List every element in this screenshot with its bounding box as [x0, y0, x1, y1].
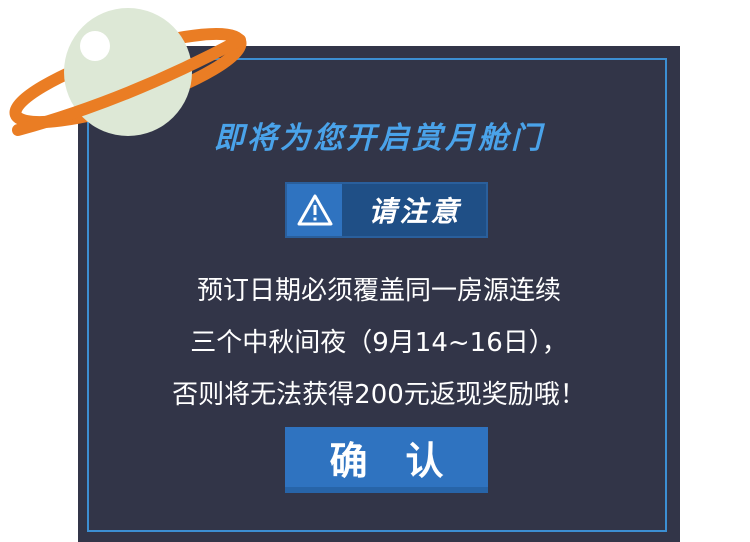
notice-icon-box [287, 184, 344, 236]
notice-label: 请注意 [344, 184, 486, 236]
notice-message: 预订日期必须覆盖同一房源连续 三个中秋间夜（9月14~16日）， 否则将无法获得… [78, 265, 680, 421]
warning-icon [297, 194, 332, 226]
message-line: 预订日期必须覆盖同一房源连续 [196, 276, 561, 306]
confirm-button[interactable]: 确 认 [285, 427, 488, 493]
dialog-title: 即将为您开启赏月舱门 [214, 121, 544, 156]
message-line: 否则将无法获得200元返现奖励哦！ [172, 380, 586, 410]
notice-banner: 请注意 [285, 182, 488, 238]
message-line: 三个中秋间夜（9月14~16日）， [190, 328, 568, 358]
